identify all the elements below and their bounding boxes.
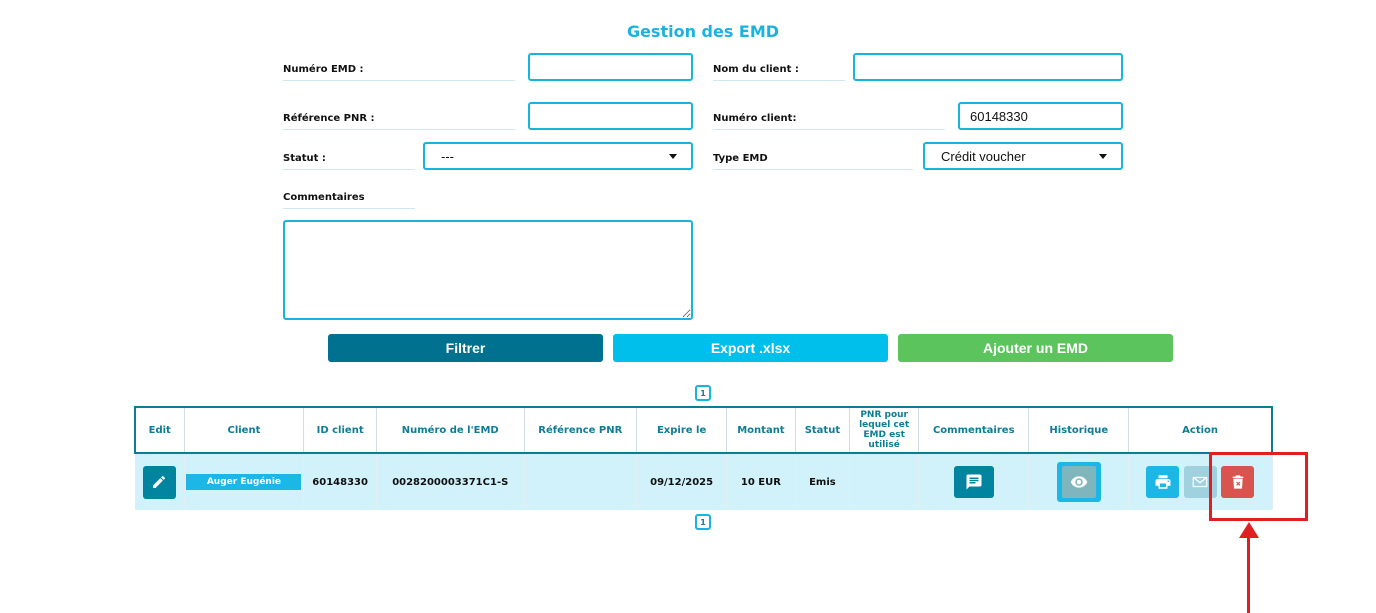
chevron-down-icon	[1099, 153, 1107, 159]
column-header-commentaires: Commentaires	[918, 406, 1030, 454]
numero-emd-label: Numéro EMD :	[283, 64, 515, 81]
print-button[interactable]	[1146, 466, 1180, 498]
nom-client-input[interactable]	[853, 53, 1123, 81]
numero-emd-input[interactable]	[528, 53, 693, 81]
cell-id-client: 60148330	[303, 453, 377, 510]
commentaires-textarea[interactable]	[283, 220, 693, 320]
table-row: Auger Eugénie 60148330 0028200003371C1-S…	[135, 453, 1273, 510]
table-header-row: Edit Client ID client Numéro de l'EMD Ré…	[134, 406, 1274, 454]
pagination-top-page-1[interactable]: 1	[695, 385, 711, 401]
eye-icon	[1070, 476, 1088, 488]
edit-button[interactable]	[142, 465, 176, 499]
comments-button[interactable]	[953, 466, 994, 498]
page-title: Gestion des EMD	[626, 22, 780, 41]
nom-client-label: Nom du client :	[713, 64, 845, 81]
type-emd-select-value: Crédit voucher	[941, 148, 1026, 164]
history-icon-frame	[1061, 466, 1096, 498]
column-header-reference-pnr: Référence PNR	[524, 406, 638, 454]
cell-montant: 10 EUR	[726, 453, 796, 510]
column-header-montant: Montant	[726, 406, 796, 454]
numero-client-label: Numéro client:	[713, 113, 945, 130]
type-emd-label: Type EMD	[713, 153, 913, 170]
statut-label: Statut :	[283, 153, 415, 170]
export-xlsx-button[interactable]: Export .xlsx	[613, 334, 888, 362]
type-emd-select[interactable]: Crédit voucher	[923, 142, 1123, 170]
emd-table: Edit Client ID client Numéro de l'EMD Ré…	[134, 406, 1274, 510]
printer-icon	[1155, 475, 1171, 489]
cell-statut: Emis	[795, 453, 851, 510]
cell-client: Auger Eugénie	[184, 453, 305, 510]
column-header-numero-emd: Numéro de l'EMD	[376, 406, 525, 454]
cell-edit	[135, 453, 185, 510]
cell-reference-pnr	[524, 453, 638, 510]
column-header-statut: Statut	[795, 406, 851, 454]
statut-select[interactable]: ---	[423, 142, 693, 170]
numero-client-input[interactable]: 60148330	[958, 102, 1123, 130]
comment-icon	[966, 474, 982, 490]
column-header-edit: Edit	[134, 406, 185, 454]
cell-commentaires	[918, 453, 1030, 510]
column-header-action: Action	[1128, 406, 1274, 454]
pencil-icon	[153, 475, 166, 488]
column-header-client: Client	[184, 406, 305, 454]
column-header-pnr-utilise: PNR pour lequel cet EMD est utilisé	[849, 406, 920, 454]
cell-pnr-utilise	[849, 453, 920, 510]
add-emd-button[interactable]: Ajouter un EMD	[898, 334, 1173, 362]
history-button[interactable]	[1056, 462, 1101, 502]
arrow-line-annotation	[1247, 534, 1250, 613]
reference-pnr-input[interactable]	[528, 102, 693, 130]
column-header-expire-le: Expire le	[636, 406, 728, 454]
column-header-id-client: ID client	[303, 406, 377, 454]
client-name-badge[interactable]: Auger Eugénie	[186, 474, 302, 490]
commentaires-label: Commentaires	[283, 192, 415, 209]
pagination-bottom-page-1[interactable]: 1	[695, 514, 711, 530]
statut-select-value: ---	[441, 148, 454, 164]
chevron-down-icon	[669, 153, 677, 159]
envelope-icon	[1192, 476, 1208, 488]
column-header-historique: Historique	[1028, 406, 1130, 454]
cell-historique	[1028, 453, 1130, 510]
highlight-box-annotation	[1209, 452, 1308, 521]
filter-button[interactable]: Filtrer	[328, 334, 603, 362]
reference-pnr-label: Référence PNR :	[283, 113, 515, 130]
cell-expire-le: 09/12/2025	[636, 453, 728, 510]
cell-numero-emd: 0028200003371C1-S	[376, 453, 525, 510]
